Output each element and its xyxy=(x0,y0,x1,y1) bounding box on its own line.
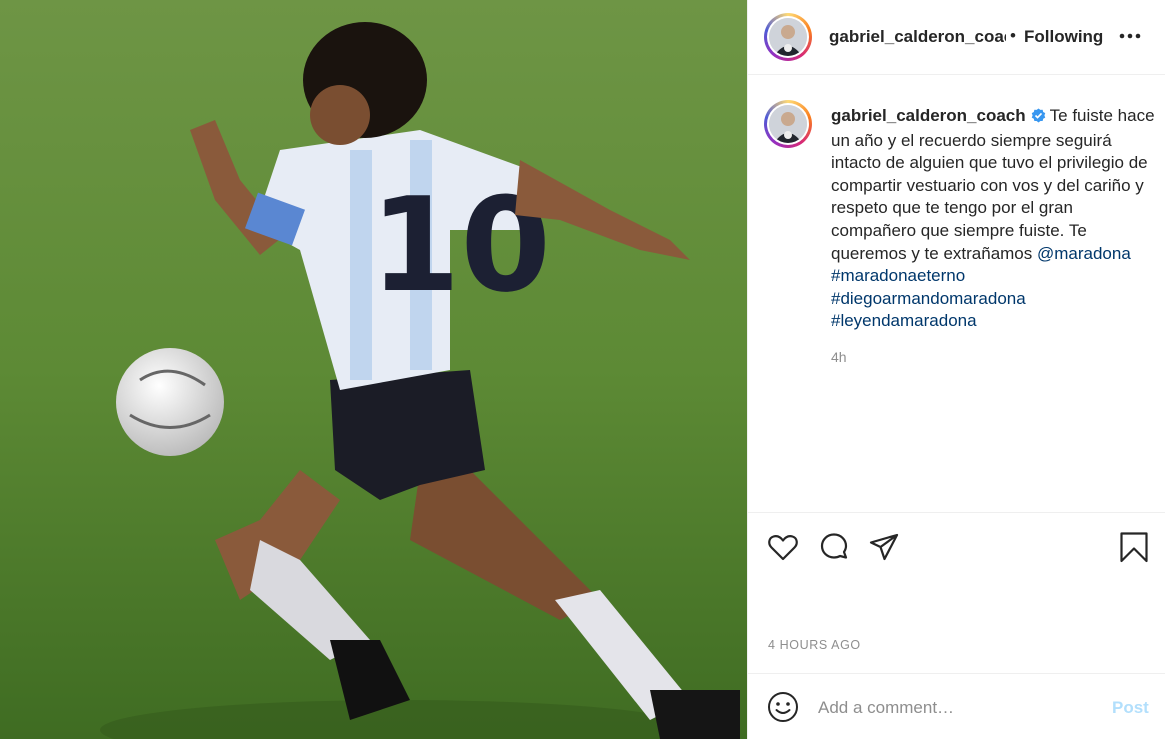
post-comment-button[interactable]: Post xyxy=(1112,698,1149,718)
paper-plane-icon[interactable] xyxy=(867,530,901,564)
post-photo[interactable]: 10 xyxy=(0,0,747,739)
post-side-panel: gabriel_calderon_coach • Following gabri… xyxy=(747,0,1165,739)
caption-username[interactable]: gabriel_calderon_coach xyxy=(831,106,1026,125)
heart-icon[interactable] xyxy=(766,530,800,564)
caption-avatar[interactable] xyxy=(764,100,812,148)
hashtag-link[interactable]: #maradonaeterno xyxy=(831,265,1156,288)
player-image: 10 xyxy=(0,0,747,739)
bookmark-icon[interactable] xyxy=(1117,530,1151,564)
post-timestamp[interactable]: 4 HOURS AGO xyxy=(768,638,861,652)
avatar-image xyxy=(769,105,807,143)
separator-dot: • xyxy=(1010,26,1016,45)
following-button[interactable]: Following xyxy=(1024,27,1103,47)
author-username[interactable]: gabriel_calderon_coach xyxy=(829,27,1006,47)
verified-badge-icon xyxy=(1031,107,1046,130)
avatar-image xyxy=(769,18,807,56)
hashtag-link[interactable]: #leyendamaradona xyxy=(831,310,1156,333)
divider xyxy=(748,512,1165,513)
hashtag-link[interactable]: #diegoarmandomaradona xyxy=(831,288,1156,311)
comment-bar: Post xyxy=(748,674,1165,739)
more-dots-icon[interactable] xyxy=(1116,22,1144,50)
comment-bubble-icon[interactable] xyxy=(817,530,851,564)
author-avatar[interactable] xyxy=(764,13,812,61)
caption-body: Te fuiste hace un año y el recuerdo siem… xyxy=(831,106,1155,263)
smiley-icon[interactable] xyxy=(767,691,799,723)
caption-text: gabriel_calderon_coach Te fuiste hace un … xyxy=(831,105,1156,333)
post-header: gabriel_calderon_coach • Following xyxy=(748,0,1165,75)
comment-input[interactable] xyxy=(818,696,1098,720)
caption-time[interactable]: 4h xyxy=(831,349,847,365)
action-bar xyxy=(748,525,1165,569)
mention-link[interactable]: @maradona xyxy=(1037,244,1131,263)
